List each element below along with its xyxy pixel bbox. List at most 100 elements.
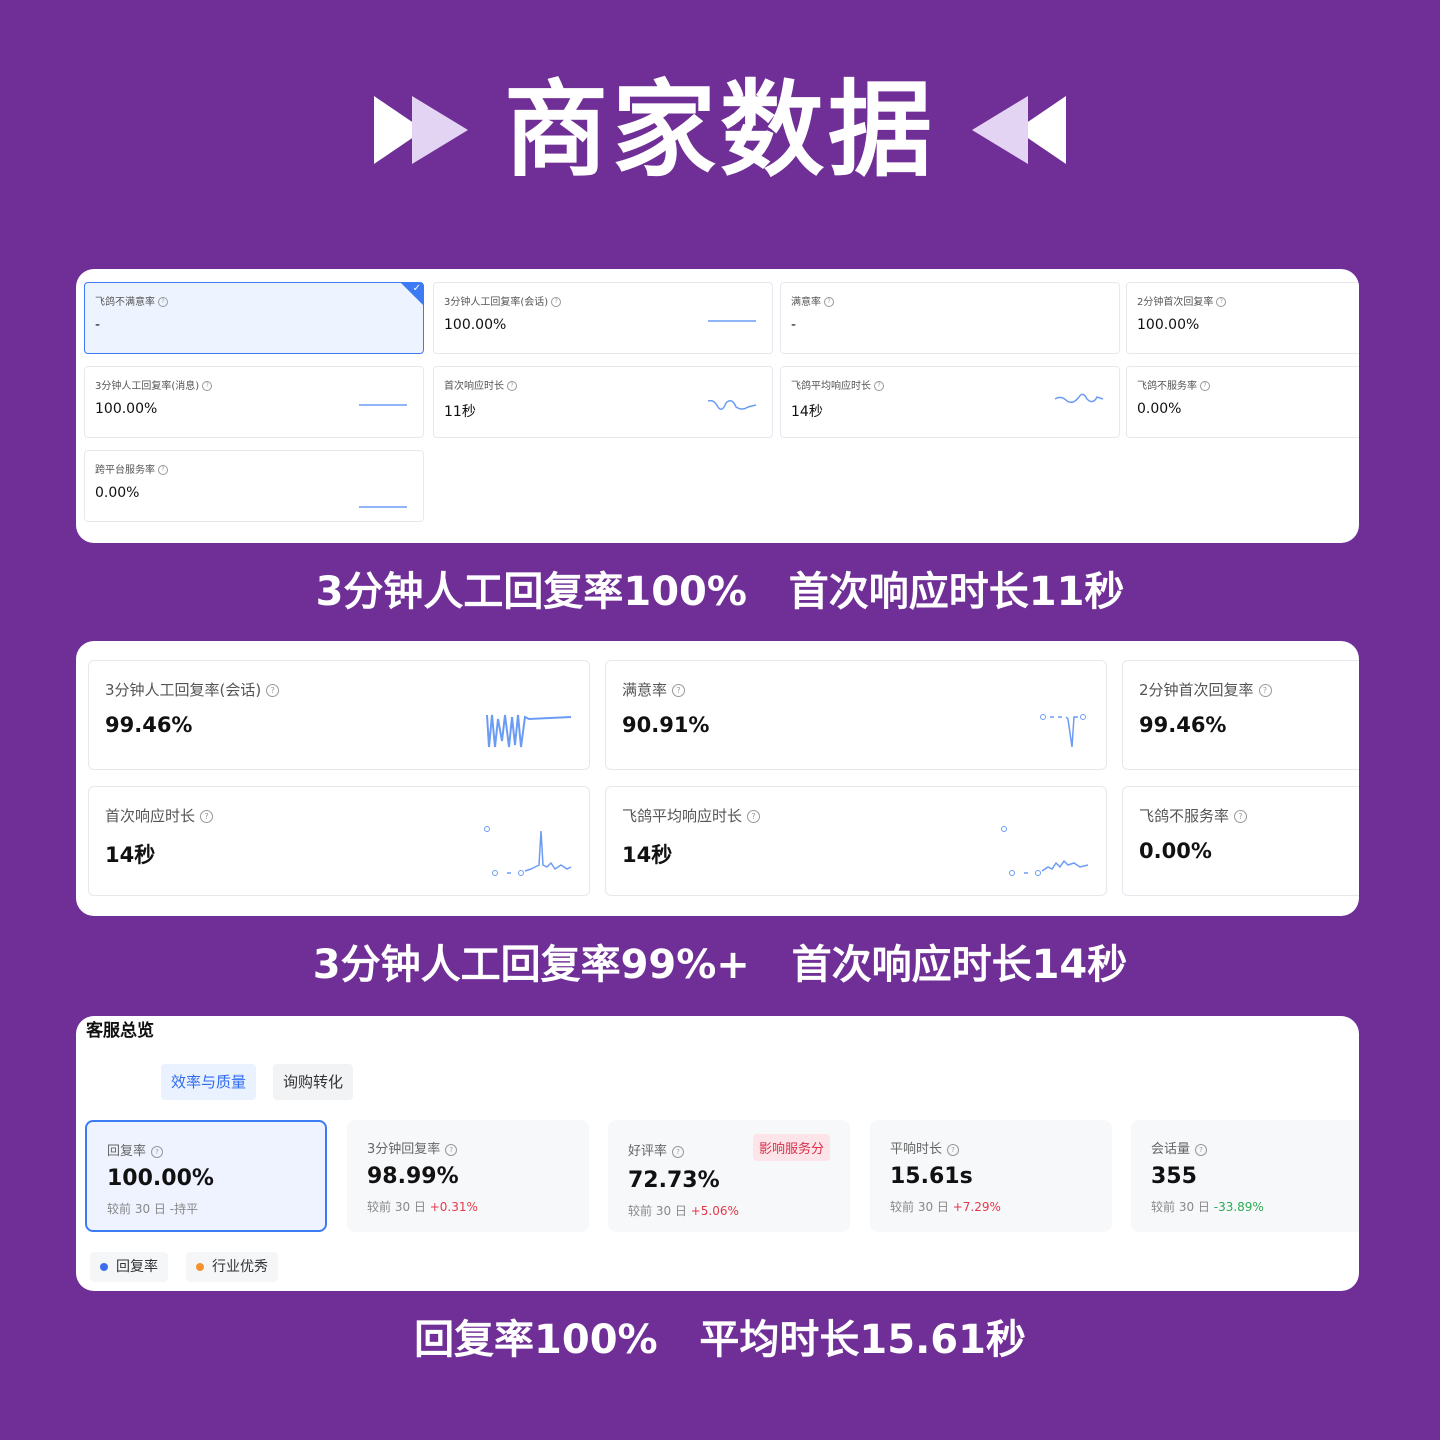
metric-card[interactable]: 跨平台服务率? 0.00% [84, 450, 424, 522]
metric-value: 99.46% [105, 713, 193, 737]
sparkline [1040, 714, 1086, 748]
legend-dot [196, 1263, 204, 1271]
compare-value: +7.29% [952, 1200, 1001, 1214]
sparkline [484, 826, 572, 876]
metrics-panel-1: 飞鸽不满意率? - ✓ 3分钟人工回复率(会话)? 100.00% 满意率? -… [76, 269, 1359, 543]
help-icon[interactable]: ? [151, 1145, 164, 1158]
metric-label: 飞鸽不服务率 [1137, 381, 1197, 392]
help-icon[interactable]: ? [1234, 810, 1248, 823]
metric-label: 飞鸽不满意率 [95, 297, 155, 308]
help-icon[interactable]: ? [1195, 1143, 1208, 1156]
help-icon[interactable]: ? [947, 1143, 960, 1156]
metric-label: 飞鸽平均响应时长 [791, 381, 871, 392]
metric-label: 3分钟人工回复率(消息) [95, 381, 200, 392]
help-icon[interactable]: ? [158, 465, 168, 475]
compare-value: -33.89% [1213, 1200, 1264, 1214]
compare-value: +5.06% [690, 1204, 739, 1218]
tab-efficiency-quality[interactable]: 效率与质量 [161, 1064, 257, 1100]
checkmark-icon: ✓ [401, 283, 423, 305]
caption-2: 3分钟人工回复率99%+ 首次响应时长14秒 [312, 942, 1128, 988]
help-icon[interactable]: ? [672, 1145, 685, 1158]
metric-card[interactable]: 飞鸽平均响应时长? 14秒 [605, 786, 1107, 896]
help-icon[interactable]: ? [445, 1143, 458, 1156]
compare-value: +0.31% [429, 1200, 478, 1214]
impact-badge: 影响服务分 [752, 1134, 830, 1161]
compare-value: -持平 [169, 1202, 199, 1216]
legend-label: 行业优秀 [212, 1259, 268, 1275]
help-icon[interactable]: ? [202, 381, 213, 391]
help-icon[interactable]: ? [824, 297, 834, 307]
metric-card[interactable]: 首次响应时长? 11秒 [433, 366, 773, 438]
kpi-value: 98.99% [367, 1164, 459, 1189]
kpi-card-sessions[interactable]: 会话量? 355 较前 30 日 -33.89% [1131, 1120, 1359, 1232]
metric-card[interactable]: 飞鸽不满意率? - ✓ [84, 282, 424, 354]
metric-label: 跨平台服务率 [95, 465, 155, 476]
kpi-card-reply-rate[interactable]: 回复率? 100.00% 较前 30 日 -持平 [85, 1120, 327, 1232]
metric-label: 满意率 [622, 681, 668, 699]
help-icon[interactable]: ? [1200, 381, 1210, 391]
metric-card[interactable]: 飞鸽不服务率? 0.00% [1126, 366, 1359, 438]
legend-label: 回复率 [116, 1259, 158, 1275]
metric-value: 0.00% [95, 485, 140, 501]
metric-label: 首次响应时长 [105, 807, 196, 825]
metric-label: 2分钟首次回复率 [1137, 297, 1214, 308]
metric-card[interactable]: 3分钟人工回复率(会话)? 99.46% [88, 660, 590, 770]
help-icon[interactable]: ? [551, 297, 562, 307]
help-icon[interactable]: ? [200, 810, 214, 823]
service-overview-panel: 客服总览 效率与质量 询购转化 回复率? 100.00% 较前 30 日 -持平… [76, 1016, 1359, 1291]
metric-card[interactable]: 2分钟首次回复率? 100.00% [1126, 282, 1359, 354]
section-title: 客服总览 [86, 1021, 154, 1041]
compare-label: 较前 30 日 [107, 1202, 166, 1216]
metric-value: 99.46% [1139, 713, 1227, 737]
metric-card[interactable]: 2分钟首次回复率? 99.46% [1122, 660, 1359, 770]
kpi-card-good-rating[interactable]: 好评率? 影响服务分 72.73% 较前 30 日 +5.06% [608, 1120, 850, 1232]
kpi-value: 15.61s [890, 1164, 973, 1189]
kpi-value: 355 [1151, 1164, 1197, 1189]
kpi-label: 3分钟回复率 [367, 1142, 441, 1157]
metric-card[interactable]: 3分钟人工回复率(消息)? 100.00% [84, 366, 424, 438]
help-icon[interactable]: ? [1258, 684, 1272, 697]
kpi-card-3min-reply[interactable]: 3分钟回复率? 98.99% 较前 30 日 +0.31% [347, 1120, 589, 1232]
metric-label: 3分钟人工回复率(会话) [105, 681, 262, 699]
compare-label: 较前 30 日 [628, 1204, 687, 1218]
metric-value: 90.91% [622, 713, 710, 737]
legend-industry-best[interactable]: 行业优秀 [186, 1252, 278, 1282]
help-icon[interactable]: ? [874, 381, 884, 391]
help-icon[interactable]: ? [266, 684, 280, 697]
metric-value: 100.00% [1137, 317, 1200, 333]
sparkline [359, 404, 407, 406]
sparkline [1001, 826, 1089, 876]
metric-label: 满意率 [791, 297, 821, 308]
help-icon[interactable]: ? [747, 810, 761, 823]
legend-dot [100, 1263, 108, 1271]
kpi-label: 回复率 [107, 1144, 147, 1159]
metrics-panel-2: 3分钟人工回复率(会话)? 99.46% 满意率? 90.91% 2分钟首次回复… [76, 641, 1359, 916]
help-icon[interactable]: ? [507, 381, 517, 391]
kpi-value: 100.00% [107, 1166, 214, 1191]
rewind-icon [972, 96, 1066, 164]
metric-value: 14秒 [622, 843, 673, 867]
kpi-card-avg-response[interactable]: 平响时长? 15.61s 较前 30 日 +7.29% [870, 1120, 1112, 1232]
help-icon[interactable]: ? [158, 297, 168, 307]
metric-card[interactable]: 首次响应时长? 14秒 [88, 786, 590, 896]
compare-label: 较前 30 日 [1151, 1200, 1210, 1214]
help-icon[interactable]: ? [672, 684, 686, 697]
metric-label: 3分钟人工回复率(会话) [444, 297, 549, 308]
metric-label: 飞鸽不服务率 [1139, 807, 1230, 825]
sparkline [707, 399, 757, 410]
kpi-label: 平响时长 [890, 1142, 943, 1157]
metric-value: 100.00% [444, 317, 507, 333]
metric-value: - [791, 317, 797, 333]
help-icon[interactable]: ? [1216, 297, 1227, 307]
metric-card[interactable]: 3分钟人工回复率(会话)? 100.00% [433, 282, 773, 354]
metric-value: 0.00% [1137, 401, 1182, 417]
caption-1: 3分钟人工回复率100% 首次响应时长11秒 [315, 569, 1125, 615]
legend-reply-rate[interactable]: 回复率 [90, 1252, 168, 1282]
sparkline [708, 320, 756, 322]
metric-card[interactable]: 飞鸽平均响应时长? 14秒 [780, 366, 1120, 438]
metric-card[interactable]: 飞鸽不服务率? 0.00% [1122, 786, 1359, 896]
compare-label: 较前 30 日 [367, 1200, 426, 1214]
metric-card[interactable]: 满意率? 90.91% [605, 660, 1107, 770]
metric-card[interactable]: 满意率? - [780, 282, 1120, 354]
tab-inquiry-conversion[interactable]: 询购转化 [273, 1064, 354, 1100]
